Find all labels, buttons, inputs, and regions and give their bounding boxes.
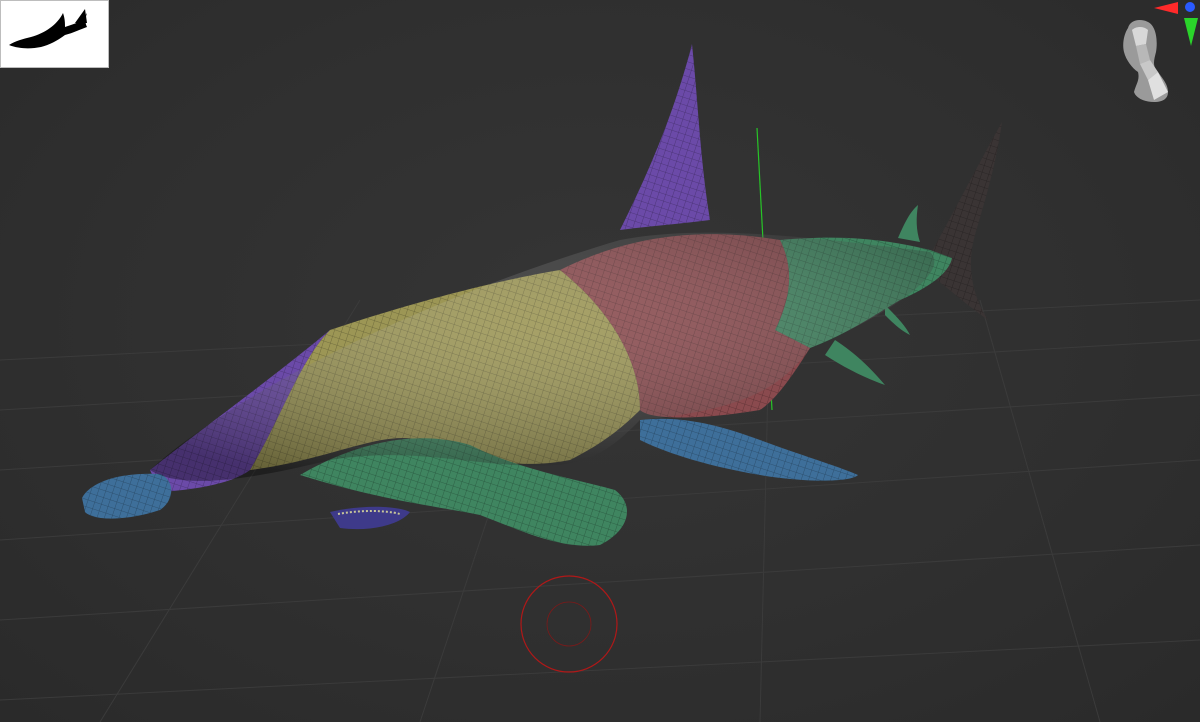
anal-fin (885, 305, 910, 335)
tail-fin (930, 122, 1002, 320)
viewport-canvas[interactable] (0, 0, 1200, 722)
hammerhead-shark-silhouette-icon (9, 13, 87, 49)
silhouette-thumbnail[interactable] (0, 0, 109, 68)
y-axis-arrow-icon[interactable] (1184, 18, 1198, 46)
second-dorsal-fin (898, 205, 920, 242)
head-left-eye-lobe (82, 473, 172, 519)
x-axis-arrow-icon[interactable] (1154, 2, 1178, 14)
pelvic-fin (825, 340, 885, 385)
body-shading (150, 232, 935, 481)
jaw (330, 506, 410, 530)
pectoral-fin (640, 418, 858, 481)
transpose-ring[interactable] (520, 575, 618, 673)
dorsal-fin (620, 44, 710, 230)
navigation-gizmo[interactable] (1106, 0, 1200, 110)
thumbnail-tail-icon (75, 9, 87, 23)
z-axis-dot-icon[interactable] (1185, 2, 1195, 12)
head-bust-icon (1123, 20, 1168, 102)
3d-viewport[interactable] (0, 0, 1200, 722)
